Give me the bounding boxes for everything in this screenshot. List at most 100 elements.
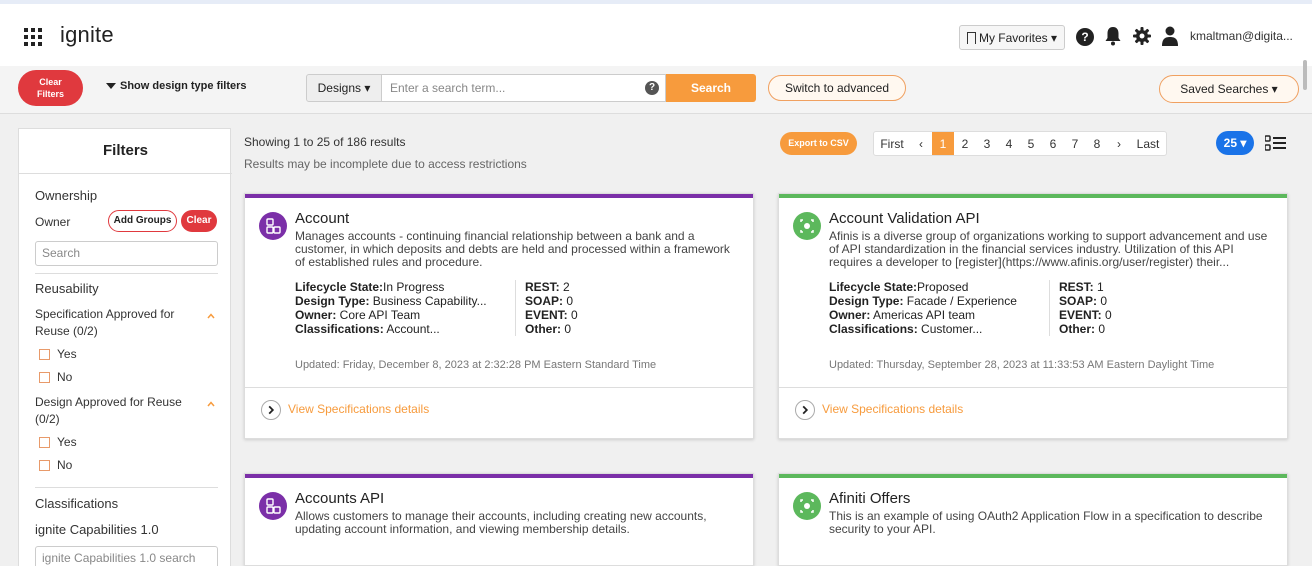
card-meta: Lifecycle State:In Progress Design Type:… [295,280,487,336]
design-card[interactable]: Account Validation API Afinis is a diver… [778,193,1288,439]
list-view-icon[interactable] [1265,135,1287,151]
chevron-right-icon[interactable] [795,400,815,420]
search-input[interactable]: Enter a search term... ? [382,74,666,102]
no-label: No [57,370,73,384]
show-design-filters-label: Show design type filters [120,80,247,92]
card-title[interactable]: Account Validation API [829,210,980,227]
page-link[interactable]: › [1108,132,1130,155]
page-link[interactable]: ‹ [910,132,932,155]
design-card[interactable]: Accounts API Allows customers to manage … [244,473,754,566]
design-approved-label-2: (0/2) [35,412,60,426]
card-title[interactable]: Afiniti Offers [829,490,910,507]
card-description: Afinis is a diverse group of organizatio… [829,229,1268,269]
user-icon[interactable] [1162,26,1178,46]
clear-filters-button[interactable]: Clear Filters [18,70,83,106]
spec-approved-yes[interactable]: Yes [39,347,77,361]
gear-icon[interactable] [1133,27,1151,45]
search-placeholder: Enter a search term... [390,81,506,95]
export-csv-button[interactable]: Export to CSV [780,132,857,155]
clear-owner-button[interactable]: Clear [181,210,217,232]
my-favorites-button[interactable]: My Favorites ▾ [959,25,1065,50]
app-grid-icon[interactable] [24,28,42,46]
owner-search-input[interactable]: Search [35,241,218,266]
page-link[interactable]: 8 [1086,132,1108,155]
checkbox[interactable] [39,459,50,471]
page-link[interactable]: 5 [1020,132,1042,155]
search-toolbar: Clear Filters Show design type filters D… [0,66,1312,114]
chevron-up-icon[interactable] [207,312,215,320]
search-button[interactable]: Search [666,74,756,102]
blocks-icon [259,212,287,240]
card-footer: View Specifications details [779,387,1287,432]
filters-sidebar: Filters Ownership Owner Add Groups Clear… [18,128,232,566]
design-approved-label: Design Approved for Reuse [35,395,182,409]
card-description: This is an example of using OAuth2 Appli… [829,509,1263,536]
page-link[interactable]: 7 [1064,132,1086,155]
my-favorites-label: My Favorites ▾ [978,30,1058,45]
switch-to-advanced-button[interactable]: Switch to advanced [768,75,906,101]
page-link[interactable]: 3 [976,132,998,155]
meta-divider [515,280,516,336]
show-design-filters-button[interactable]: Show design type filters [106,80,247,92]
checkbox[interactable] [39,436,50,448]
card-title[interactable]: Accounts API [295,490,384,507]
page-link[interactable]: First [874,132,910,155]
chevron-up-icon[interactable] [207,400,215,408]
clear-filters-label-2: Filters [36,89,64,99]
spec-approved-label: Specification Approved for [35,307,175,321]
design-card[interactable]: Afiniti Offers This is an example of usi… [778,473,1288,566]
filters-title: Filters [102,142,148,159]
search-help-icon[interactable]: ? [645,81,659,95]
api-icon [793,492,821,520]
card-spec-counts: REST: 1 SOAP: 0 EVENT: 0 Other: 0 [1059,280,1112,336]
design-card[interactable]: Account Manages accounts - continuing fi… [244,193,754,439]
per-page-dropdown[interactable]: 25 ▾ [1216,131,1254,155]
top-header: ignite My Favorites ▾ ? kmaltman@digita.… [0,0,1312,66]
page-link[interactable]: 1 [932,132,954,155]
page-link[interactable]: Last [1130,132,1166,155]
spec-approved-no[interactable]: No [39,370,72,384]
designs-dropdown[interactable]: Designs ▾ [306,74,382,102]
design-approved-no[interactable]: No [39,458,72,472]
bookmark-icon [966,31,976,44]
sidebar-divider [19,173,232,174]
add-groups-button[interactable]: Add Groups [108,210,177,232]
page-link[interactable]: 4 [998,132,1020,155]
sidebar-divider [35,273,218,274]
reusability-heading: Reusability [35,281,99,296]
bell-icon[interactable] [1104,26,1122,46]
card-accent [779,194,1287,198]
view-specifications-link[interactable]: View Specifications details [288,402,429,416]
checkbox[interactable] [39,348,50,360]
pagination: First ‹ 1 2 3 4 5 6 7 8 › Last [873,131,1167,156]
card-accent [245,474,753,478]
view-specifications-link[interactable]: View Specifications details [822,402,963,416]
blocks-icon [259,492,287,520]
checkbox[interactable] [39,371,50,383]
user-menu[interactable]: kmaltman@digita... [1190,29,1293,43]
card-title[interactable]: Account [295,210,349,227]
saved-searches-button[interactable]: Saved Searches ▾ [1159,75,1299,103]
page-link[interactable]: 6 [1042,132,1064,155]
page-link[interactable]: 2 [954,132,976,155]
api-icon [793,212,821,240]
card-description: Manages accounts - continuing financial … [295,229,730,269]
chevron-right-icon[interactable] [261,400,281,420]
spec-approved-label-2: Reuse (0/2) [35,324,98,338]
card-description: Allows customers to manage their account… [295,509,707,536]
clear-filters-label-1: Clear [39,77,62,87]
owner-label: Owner [35,215,71,229]
no-label: No [57,458,73,472]
brand-logo[interactable]: ignite [60,22,114,48]
help-icon[interactable]: ? [1076,28,1094,46]
meta-divider [1049,280,1050,336]
page-scrollbar[interactable] [1303,60,1307,90]
classifications-heading: Classifications [35,496,119,511]
design-approved-yes[interactable]: Yes [39,435,77,449]
yes-label: Yes [57,435,77,449]
capabilities-search-input[interactable]: ignite Capabilities 1.0 search [35,546,218,566]
sidebar-divider [35,487,218,488]
funnel-icon [106,83,116,89]
capabilities-heading: ignite Capabilities 1.0 [35,522,159,537]
card-updated: Updated: Friday, December 8, 2023 at 2:3… [295,359,657,371]
